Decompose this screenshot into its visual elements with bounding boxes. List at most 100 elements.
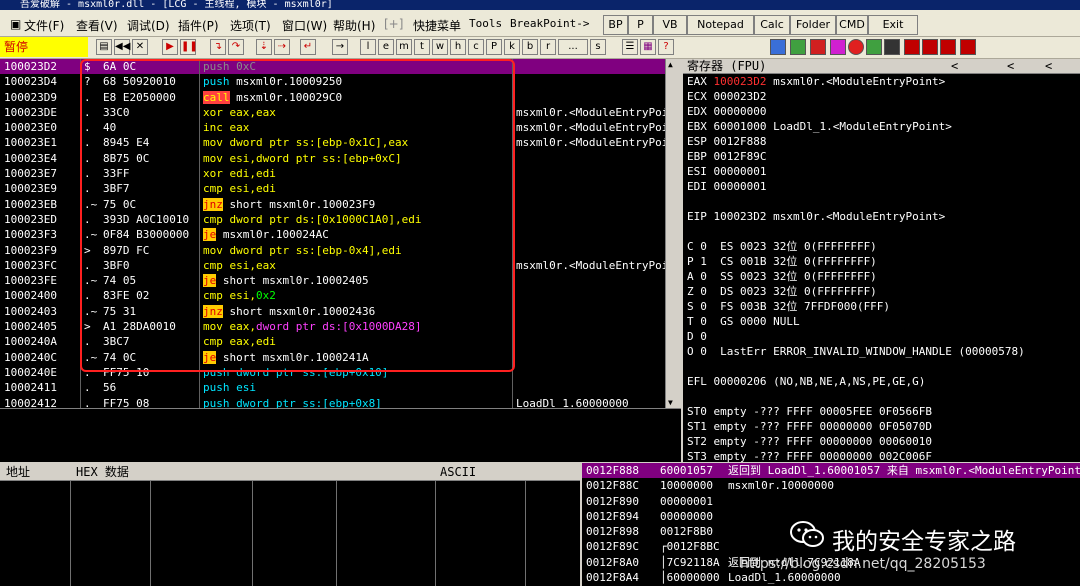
register-row[interactable]: EBP 0012F89C <box>683 149 1080 164</box>
menu-file[interactable]: 文件(F) <box>24 17 64 34</box>
register-row[interactable]: EDX 00000000 <box>683 104 1080 119</box>
tool-p-button[interactable]: P <box>486 39 502 55</box>
step-over-icon[interactable]: ↷ <box>228 39 244 55</box>
menu-breakpoint[interactable]: BreakPoint-> <box>510 17 589 30</box>
execute-till-return-icon[interactable]: ↵ <box>300 39 316 55</box>
register-row[interactable]: Z 0 DS 0023 32位 0(FFFFFFFF) <box>683 284 1080 299</box>
tool-s-button[interactable]: s <box>590 39 606 55</box>
register-row[interactable]: A 0 SS 0023 32位 0(FFFFFFFF) <box>683 269 1080 284</box>
reg-nav-arrow-3[interactable]: < <box>1045 59 1052 74</box>
menu-view[interactable]: 查看(V) <box>76 17 118 34</box>
list-icon[interactable]: ☰ <box>622 39 638 55</box>
register-row[interactable]: EBX 60001000 LoadDl_1.<ModuleEntryPoint> <box>683 119 1080 134</box>
run-icon[interactable]: ▶ <box>162 39 178 55</box>
reg-nav-arrow-1[interactable]: < <box>951 59 958 74</box>
step-into-icon[interactable]: ↴ <box>210 39 226 55</box>
register-row[interactable]: C 0 ES 0023 32位 0(FFFFFFFF) <box>683 239 1080 254</box>
register-row[interactable]: S 0 FS 003B 32位 7FFDF000(FFF) <box>683 299 1080 314</box>
plugin-icon-2[interactable] <box>790 39 806 55</box>
help-icon[interactable]: ? <box>658 39 674 55</box>
notepad-button[interactable]: Notepad <box>687 15 754 35</box>
register-row[interactable]: ST2 empty -??? FFFF 00000000 00060010 <box>683 434 1080 449</box>
register-row[interactable]: O 0 LastErr ERROR_INVALID_WINDOW_HANDLE … <box>683 344 1080 359</box>
folder-button[interactable]: Folder <box>790 15 836 35</box>
stack-row[interactable]: 0012F88C 10000000 msxml0r.10000000 <box>582 478 1080 493</box>
plugin-icon-3[interactable] <box>810 39 826 55</box>
register-row[interactable] <box>683 224 1080 239</box>
bp-button[interactable]: BP <box>603 15 628 35</box>
disasm-scrollbar[interactable]: ▲ ▼ <box>665 59 681 408</box>
stack-row[interactable]: 0012F8A4 │60000000 LoadDl_1.60000000 <box>582 570 1080 585</box>
scroll-down-icon[interactable]: ▼ <box>668 398 673 407</box>
exit-button[interactable]: Exit <box>868 15 918 35</box>
tool-r-button[interactable]: r <box>540 39 556 55</box>
close-icon[interactable]: ✕ <box>132 39 148 55</box>
plugin-icon-10[interactable] <box>940 39 956 55</box>
calc-button[interactable]: Calc <box>754 15 790 35</box>
register-row[interactable]: T 0 GS 0000 NULL <box>683 314 1080 329</box>
goto-icon[interactable]: → <box>332 39 348 55</box>
disasm-row[interactable]: 10002411. 56 push esi <box>0 380 665 395</box>
register-row[interactable]: EDI 00000001 <box>683 179 1080 194</box>
vb-button[interactable]: VB <box>653 15 687 35</box>
plugin-icon-6[interactable] <box>866 39 882 55</box>
plugin-icon-9[interactable] <box>922 39 938 55</box>
tool-m-button[interactable]: m <box>396 39 412 55</box>
menu-tools[interactable]: Tools <box>469 17 502 30</box>
tool-w-button[interactable]: w <box>432 39 448 55</box>
trace-into-icon[interactable]: ⇣ <box>256 39 272 55</box>
tool-h-button[interactable]: h <box>450 39 466 55</box>
menu-help[interactable]: 帮助(H) <box>333 17 375 34</box>
menu-plugins[interactable]: 插件(P) <box>178 17 219 34</box>
register-row[interactable]: P 1 CS 001B 32位 0(FFFFFFFF) <box>683 254 1080 269</box>
open-icon[interactable]: ▤ <box>96 39 112 55</box>
p-button[interactable]: P <box>628 15 653 35</box>
register-row[interactable] <box>683 389 1080 404</box>
trace-over-icon[interactable]: ⇢ <box>274 39 290 55</box>
plugin-icon-8[interactable] <box>904 39 920 55</box>
reg-nav-arrow-2[interactable]: < <box>1007 59 1014 74</box>
stack-row[interactable]: 0012F888 60001057 返回到 LoadDl_1.60001057 来自… <box>582 463 1080 479</box>
register-row[interactable] <box>683 194 1080 209</box>
tool-b-button[interactable]: b <box>522 39 538 55</box>
tool-t-button[interactable]: t <box>414 39 430 55</box>
menu-options[interactable]: 选项(T) <box>230 17 271 34</box>
grid-icon[interactable]: ▦ <box>640 39 656 55</box>
register-row[interactable]: ESI 00000001 <box>683 164 1080 179</box>
scroll-up-icon[interactable]: ▲ <box>668 60 673 69</box>
menu-window[interactable]: 窗口(W) <box>282 17 327 34</box>
tool-more-button[interactable]: ... <box>558 39 588 55</box>
dump-pane[interactable] <box>0 481 580 586</box>
pause-icon[interactable]: ❚❚ <box>180 39 198 55</box>
tool-e-button[interactable]: e <box>378 39 394 55</box>
tool-l-button[interactable]: l <box>360 39 376 55</box>
register-row[interactable] <box>683 359 1080 374</box>
plugin-icon-11[interactable] <box>960 39 976 55</box>
menu-debug[interactable]: 调试(D) <box>127 17 170 34</box>
plugin-icon-5[interactable] <box>848 39 864 55</box>
registers-pane[interactable]: 寄存器 (FPU) < < < EAX 100023D2 msxml0r.<Mo… <box>683 59 1080 462</box>
plugin-icon-1[interactable] <box>770 39 786 55</box>
register-row[interactable]: ST3 empty -??? FFFF 00000000 002C006F <box>683 449 1080 462</box>
register-row[interactable]: ESP 0012F888 <box>683 134 1080 149</box>
register-row[interactable]: ST1 empty -??? FFFF 00000000 0F05070D <box>683 419 1080 434</box>
dump-col-address[interactable]: 地址 <box>6 463 30 481</box>
plugin-icon-4[interactable] <box>830 39 846 55</box>
dump-col-ascii[interactable]: ASCII <box>440 463 476 481</box>
register-row[interactable]: D 0 <box>683 329 1080 344</box>
disasm-row[interactable]: 10002412. FF75 08 push dword ptr ss:[ebp+0… <box>0 396 665 408</box>
register-row[interactable]: ECX 000023D2 <box>683 89 1080 104</box>
dump-col-hex[interactable]: HEX 数据 <box>76 463 129 481</box>
register-row[interactable]: EIP 100023D2 msxml0r.<ModuleEntryPoint> <box>683 209 1080 224</box>
tool-k-button[interactable]: k <box>504 39 520 55</box>
stack-row[interactable]: 0012F890 00000001 <box>582 494 1080 509</box>
register-row[interactable]: EAX 100023D2 msxml0r.<ModuleEntryPoint> <box>683 74 1080 89</box>
plugin-icon-7[interactable] <box>884 39 900 55</box>
register-row[interactable]: EFL 00000206 (NO,NB,NE,A,NS,PE,GE,G) <box>683 374 1080 389</box>
tool-c-button[interactable]: c <box>468 39 484 55</box>
menu-expand[interactable]: [+] <box>384 17 403 31</box>
menu-shortcut[interactable]: 快捷菜单 <box>413 17 461 34</box>
cmd-button[interactable]: CMD <box>836 15 868 35</box>
register-row[interactable]: ST0 empty -??? FFFF 00005FEE 0F0566FB <box>683 404 1080 419</box>
rewind-icon[interactable]: ◀◀ <box>114 39 130 55</box>
